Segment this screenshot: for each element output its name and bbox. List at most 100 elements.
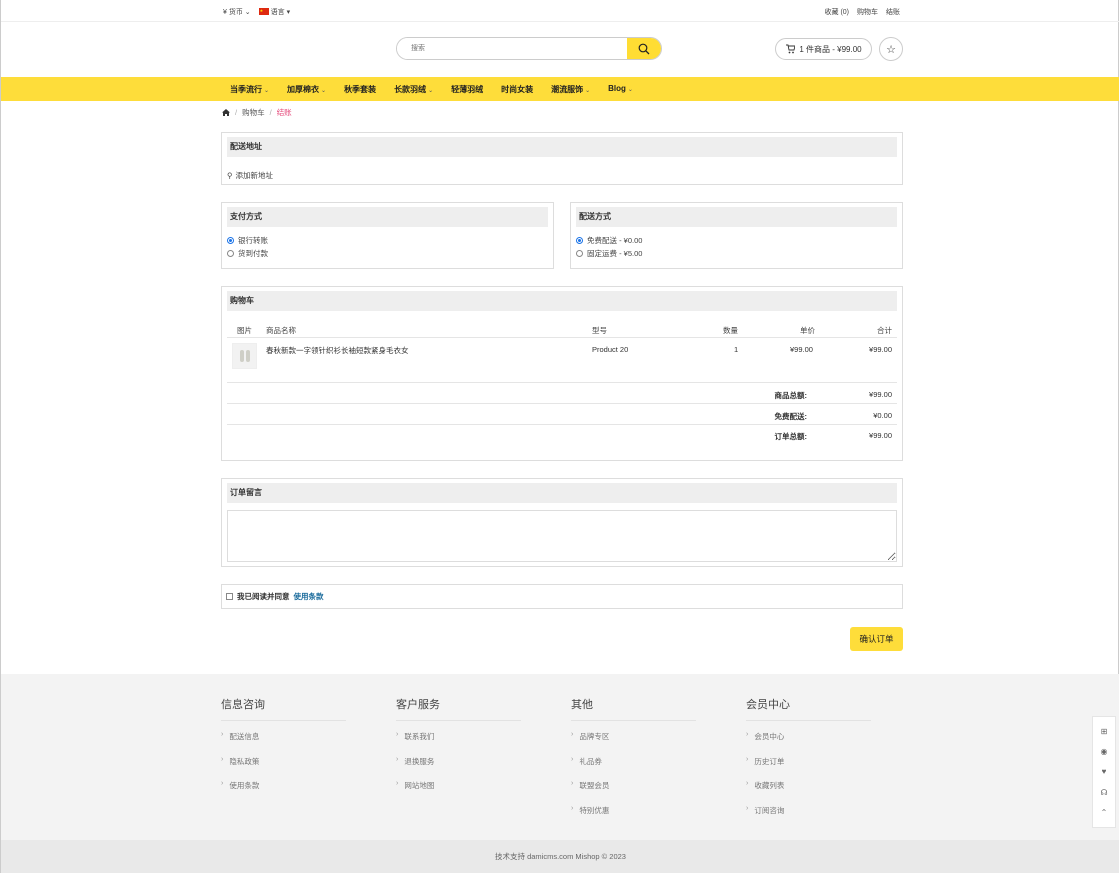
order-comment-panel: 订单留言	[221, 478, 903, 567]
nav-item[interactable]: 长款羽绒 ⌄	[394, 84, 433, 95]
footer-link-label: 使用条款	[229, 781, 260, 790]
checkout-link[interactable]: 结账	[886, 7, 900, 17]
terms-checkbox[interactable]	[226, 593, 233, 600]
chevron-right-icon: ›	[571, 780, 574, 787]
add-address-link[interactable]: ⚲ 添加新地址	[227, 170, 273, 181]
product-name-link[interactable]: 春秋新款一字领针织衫长袖短款紧身毛衣女	[266, 345, 409, 356]
footer-link[interactable]: › 网站地图	[396, 780, 521, 805]
cart-link[interactable]: 购物车	[857, 7, 878, 17]
col-name: 商品名称	[266, 326, 296, 335]
delivery-option-label: 免费配送 - ¥0.00	[587, 236, 643, 245]
payment-option-label: 货到付款	[238, 249, 268, 258]
side-toolbar: ⊞ ◉ ♥ ☊ ⌃	[1092, 716, 1116, 828]
footer-column: 会员中心 › 会员中心 › 历史订单 › 收藏列表 › 订阅咨询	[746, 696, 871, 829]
user-icon[interactable]: ◉	[1101, 747, 1108, 756]
radio-unselected[interactable]	[576, 250, 583, 257]
footer-link[interactable]: › 联系我们	[396, 731, 521, 756]
footer-column-title: 会员中心	[746, 696, 871, 721]
col-total: 合计	[877, 326, 892, 335]
col-image: 图片	[237, 326, 252, 335]
summary-row: 商品总额: ¥99.00	[227, 384, 897, 404]
chevron-right-icon: ›	[571, 804, 574, 812]
footer-link[interactable]: › 收藏列表	[746, 780, 871, 805]
chevron-down-icon: ⌄	[321, 88, 327, 94]
home-icon[interactable]	[222, 109, 230, 116]
nav-item-label: 加厚棉衣	[287, 85, 320, 94]
breadcrumb-cart[interactable]: 购物车	[242, 107, 265, 118]
footer-link-label: 联盟会员	[579, 781, 610, 790]
summary-value: ¥99.00	[869, 390, 892, 399]
footer-link[interactable]: › 配送信息	[221, 731, 346, 756]
radio-unselected[interactable]	[227, 250, 234, 257]
headset-icon[interactable]: ☊	[1100, 788, 1107, 797]
delivery-option-flat[interactable]: 固定运费 - ¥5.00	[576, 248, 642, 259]
terms-link[interactable]: 使用条款	[294, 591, 324, 602]
search-button[interactable]	[627, 38, 661, 59]
heart-icon[interactable]: ♥	[1102, 767, 1107, 776]
copyright: 技术支持 damicms.com Mishop © 2023	[1, 840, 1119, 873]
breadcrumb-current[interactable]: 结账	[277, 107, 292, 118]
language-dropdown[interactable]: 语言 ▾	[258, 7, 290, 17]
col-price: 单价	[800, 326, 815, 335]
back-to-top-icon[interactable]: ⌃	[1101, 808, 1108, 817]
order-comment-textarea[interactable]	[227, 510, 897, 562]
nav-item[interactable]: Blog ⌄	[608, 84, 633, 95]
footer-link[interactable]: › 联盟会员	[571, 780, 696, 805]
mini-cart-button[interactable]: 1 件商品 - ¥99.00	[775, 38, 872, 60]
panel-title: 订单留言	[227, 483, 897, 503]
footer-link[interactable]: › 品牌专区	[571, 731, 696, 756]
basket-icon[interactable]: ⊞	[1101, 727, 1108, 736]
search-input[interactable]	[397, 38, 617, 59]
footer-link[interactable]: › 使用条款	[221, 780, 346, 805]
footer-link[interactable]: › 历史订单	[746, 756, 871, 781]
chevron-right-icon: ›	[746, 804, 749, 812]
main-nav: 当季流行 ⌄ 加厚棉衣 ⌄ 秋季套装 长款羽绒 ⌄ 轻薄羽绒 时尚女装 潮流服饰 ⌄ Blog ⌄	[1, 77, 1119, 101]
chevron-down-icon: ⌄	[428, 88, 434, 94]
radio-selected[interactable]	[227, 237, 234, 244]
footer-link[interactable]: › 特别优惠	[571, 805, 696, 830]
footer-link-label: 特别优惠	[579, 805, 610, 815]
footer-link[interactable]: › 隐私政策	[221, 756, 346, 781]
radio-selected[interactable]	[576, 237, 583, 244]
chevron-right-icon: ›	[221, 731, 224, 738]
chevron-down-icon: ⌄	[244, 9, 251, 16]
wishlist-button[interactable]: ☆	[879, 37, 903, 61]
delivery-option-free[interactable]: 免费配送 - ¥0.00	[576, 235, 642, 246]
product-total: ¥99.00	[869, 345, 892, 354]
chevron-right-icon: ›	[396, 780, 399, 787]
payment-option-bank[interactable]: 银行转账	[227, 235, 268, 246]
cart-icon	[786, 44, 796, 54]
nav-item[interactable]: 潮流服饰 ⌄	[551, 84, 590, 95]
footer-link-label: 隐私政策	[229, 756, 260, 766]
chevron-right-icon: ›	[746, 731, 749, 738]
confirm-order-button[interactable]: 确认订单	[850, 627, 903, 651]
footer-column: 其他 › 品牌专区 › 礼品券 › 联盟会员 › 特别优惠	[571, 696, 696, 829]
footer-link[interactable]: › 会员中心	[746, 731, 871, 756]
footer-link[interactable]: › 退换服务	[396, 756, 521, 781]
chevron-right-icon: ›	[396, 731, 399, 738]
footer-link[interactable]: › 礼品券	[571, 756, 696, 781]
nav-item-label: Blog	[608, 84, 626, 93]
product-model: Product 20	[592, 345, 629, 354]
footer-link-label: 品牌专区	[579, 732, 610, 741]
currency-dropdown[interactable]: ¥ 货币 ⌄	[223, 7, 251, 17]
nav-item[interactable]: 当季流行 ⌄	[230, 84, 269, 95]
footer-link-label: 退换服务	[404, 756, 435, 766]
product-thumbnail[interactable]	[232, 343, 257, 369]
summary-value: ¥0.00	[873, 411, 892, 420]
nav-item-label: 秋季套装	[344, 85, 377, 94]
footer-column: 客户服务 › 联系我们 › 退换服务 › 网站地图	[396, 696, 521, 805]
favorites-link[interactable]: 收藏 (0)	[825, 7, 850, 17]
nav-item[interactable]: 秋季套装	[344, 84, 376, 95]
table-row: 春秋新款一字领针织衫长袖短款紧身毛衣女 Product 20 1 ¥99.00 …	[227, 339, 897, 383]
payment-method-panel: 支付方式 银行转账 货到付款	[221, 202, 554, 269]
nav-item[interactable]: 时尚女装	[501, 84, 533, 95]
footer-link[interactable]: › 订阅咨询	[746, 805, 871, 830]
search-icon	[638, 43, 650, 54]
cart-summary: 1 件商品 - ¥99.00	[799, 44, 862, 54]
nav-item[interactable]: 加厚棉衣 ⌄	[287, 84, 326, 95]
nav-item[interactable]: 轻薄羽绒	[451, 84, 483, 95]
summary-row: 免费配送: ¥0.00	[227, 405, 897, 425]
payment-option-cod[interactable]: 货到付款	[227, 248, 268, 259]
chevron-right-icon: ›	[746, 755, 749, 763]
